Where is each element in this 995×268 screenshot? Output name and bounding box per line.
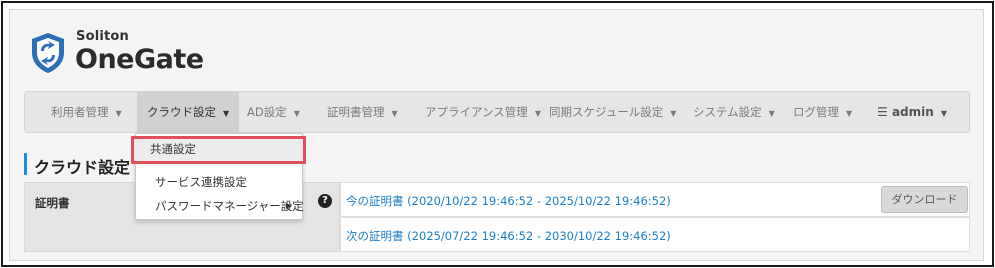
nav-label: アプライアンス管理: [425, 105, 528, 119]
dropdown-item-password-manager[interactable]: パスワードマネージャー設定 ▶: [136, 194, 304, 218]
dropdown-item-service-integration[interactable]: サービス連携設定: [136, 170, 302, 194]
download-button[interactable]: ダウンロード: [881, 186, 968, 213]
nav-item-admin-menu[interactable]: ☰ admin ▼: [867, 92, 957, 132]
caret-down-icon: ▼: [293, 109, 300, 118]
nav-label: システム設定: [693, 105, 762, 119]
title-accent-bar: [24, 153, 27, 175]
shield-logo-icon: [32, 33, 64, 73]
nav-item-system-settings[interactable]: システム設定 ▼: [683, 92, 785, 132]
hamburger-icon: ☰: [877, 105, 888, 119]
caret-down-icon: ▼: [846, 109, 853, 118]
caret-down-icon: ▼: [223, 109, 230, 118]
main-navbar: 利用者管理 ▼ クラウド設定 ▼ AD設定 ▼ 証明書管理 ▼ アプライアンス管理 ▼ 同…: [24, 91, 970, 133]
logo-brand-name: OneGate: [75, 44, 204, 75]
highlighted-item-label[interactable]: 共通設定: [150, 141, 196, 157]
current-cert-row: 今の証明書 (2020/10/22 19:46:52 - 2025/10/22 …: [340, 182, 970, 217]
nav-item-cloud-settings[interactable]: クラウド設定 ▼: [137, 92, 240, 132]
caret-right-icon: ▶: [286, 201, 293, 210]
caret-down-icon: ▼: [115, 109, 122, 118]
logo[interactable]: Soliton OneGate: [28, 29, 228, 81]
nav-item-sync-schedule[interactable]: 同期スケジュール設定 ▼: [539, 92, 686, 132]
nav-label: クラウド設定: [147, 105, 216, 119]
page-container: Soliton OneGate 利用者管理 ▼ クラウド設定 ▼ AD設定 ▼ 証明書…: [9, 9, 984, 261]
highlight-box: 共通設定: [131, 136, 306, 164]
nav-item-certificate-management[interactable]: 証明書管理 ▼: [317, 92, 408, 132]
nav-label: AD設定: [247, 105, 287, 119]
caret-down-icon: ▼: [940, 109, 947, 118]
page-title: クラウド設定: [34, 158, 131, 177]
nav-item-log-management[interactable]: ログ管理 ▼: [783, 92, 862, 132]
next-cert-link[interactable]: 次の証明書 (2025/07/22 19:46:52 - 2030/10/22 …: [346, 228, 671, 244]
nav-item-user-management[interactable]: 利用者管理 ▼: [41, 92, 132, 132]
nav-label: ログ管理: [793, 105, 839, 119]
certificate-label: 証明書: [35, 196, 70, 210]
question-circle-icon[interactable]: ?: [318, 194, 332, 208]
dropdown-label: サービス連携設定: [155, 175, 247, 189]
caret-down-icon: ▼: [391, 109, 398, 118]
nav-label: 同期スケジュール設定: [549, 105, 664, 119]
dropdown-label: パスワードマネージャー設定: [155, 199, 304, 213]
next-cert-row: 次の証明書 (2025/07/22 19:46:52 - 2030/10/22 …: [340, 217, 970, 252]
screenshot-frame: Soliton OneGate 利用者管理 ▼ クラウド設定 ▼ AD設定 ▼ 証明書…: [1, 1, 994, 267]
nav-label: 利用者管理: [51, 105, 109, 119]
nav-label: 証明書管理: [327, 105, 385, 119]
nav-item-appliance-management[interactable]: アプライアンス管理 ▼: [415, 92, 551, 132]
caret-down-icon: ▼: [768, 109, 775, 118]
nav-item-ad-settings[interactable]: AD設定 ▼: [237, 92, 310, 132]
logo-brand-small: Soliton: [76, 29, 130, 44]
current-cert-link[interactable]: 今の証明書 (2020/10/22 19:46:52 - 2025/10/22 …: [346, 193, 671, 209]
caret-down-icon: ▼: [670, 109, 677, 118]
nav-label: admin: [891, 105, 934, 119]
